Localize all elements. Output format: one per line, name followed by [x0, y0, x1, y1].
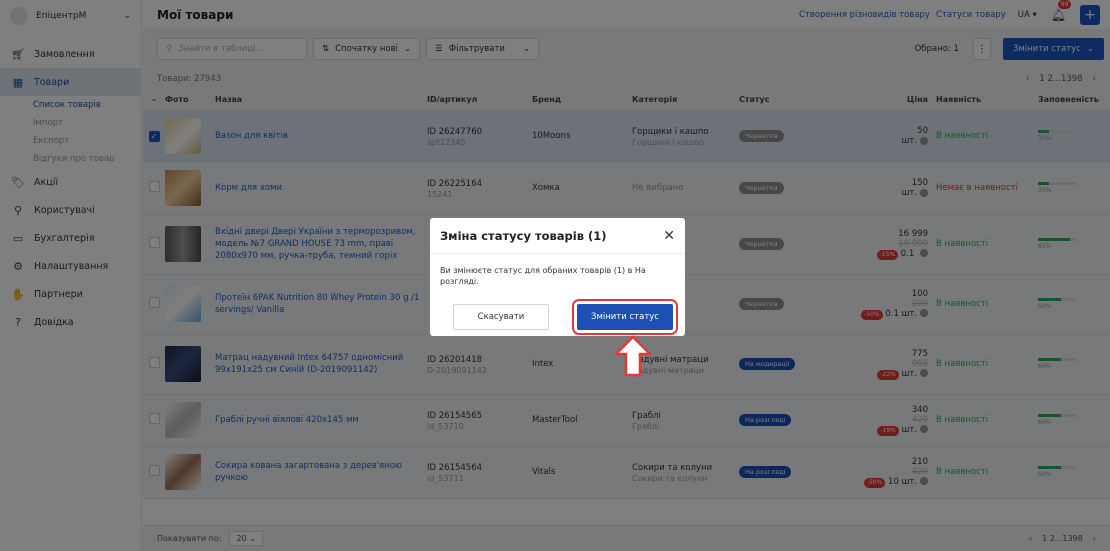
dialog-header: Зміна статусу товарів (1) ✕ [430, 218, 685, 254]
pointer-arrow-icon [614, 335, 652, 377]
dialog-title: Зміна статусу товарів (1) [440, 228, 607, 243]
close-icon[interactable]: ✕ [663, 228, 675, 244]
change-status-dialog: Зміна статусу товарів (1) ✕ Ви змінюєте … [430, 218, 685, 336]
dialog-message: Ви змінюєте статус для обраних товарів (… [440, 266, 646, 286]
confirm-change-status-button[interactable]: Змінити статус [572, 299, 678, 335]
cancel-button[interactable]: Скасувати [453, 304, 549, 330]
dialog-actions: Скасувати Змінити статус [430, 298, 685, 335]
